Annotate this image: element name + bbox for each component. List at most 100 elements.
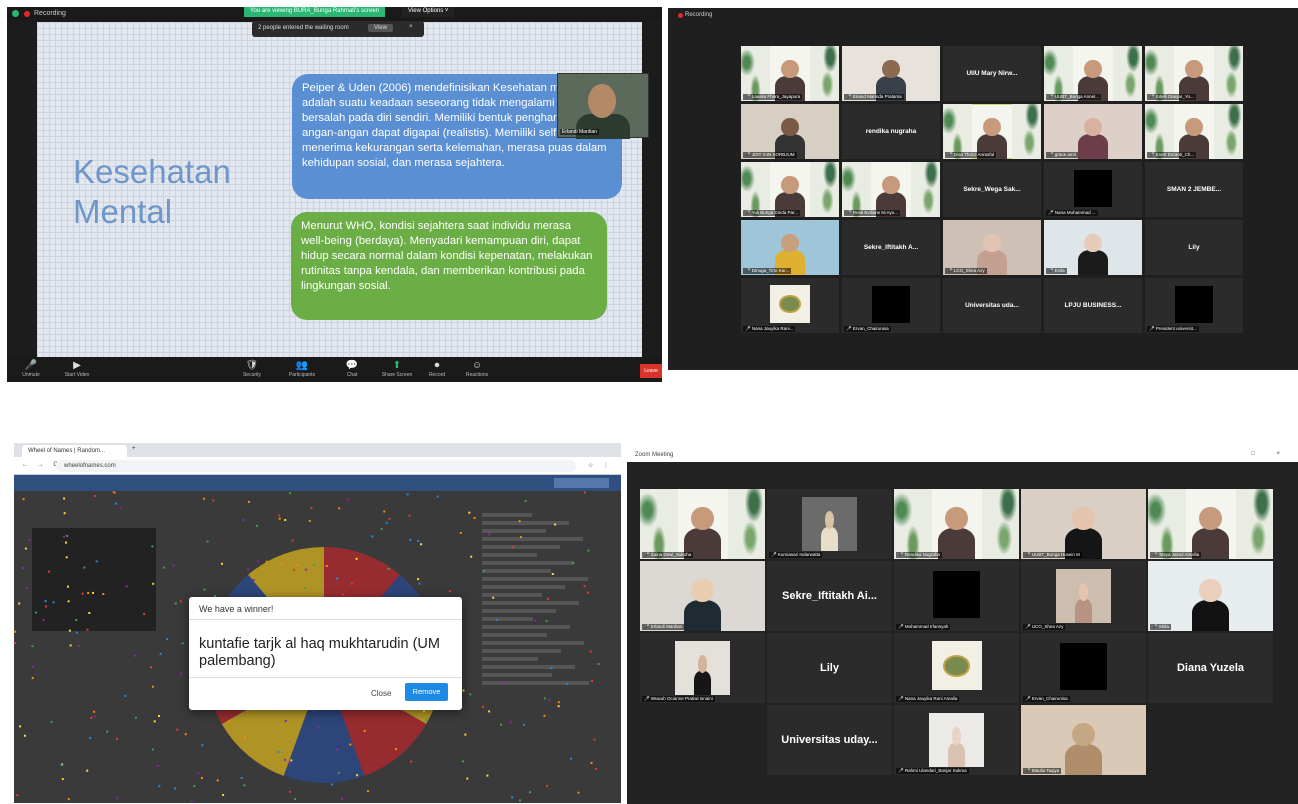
- participant-tile[interactable]: 🎤 UUBT_Bunga Annel...: [1044, 46, 1142, 101]
- confetti-piece: [349, 743, 352, 746]
- confetti-piece: [67, 585, 69, 588]
- participant-tile[interactable]: 🎤 Nana Jauyika Rani Amalia: [894, 633, 1019, 703]
- toolbar-record-button[interactable]: ⏺ Record: [417, 360, 457, 378]
- participant-name-label: 🎤 Muhammad Irfansyah: [896, 624, 951, 630]
- confetti-piece: [557, 705, 560, 708]
- unmute-icon: 🎤: [24, 360, 38, 371]
- participant-name-label: 🎤 Ervan_Chairunisa: [844, 326, 891, 332]
- participant-tile[interactable]: Sekre_Wega Sak...: [943, 162, 1041, 217]
- participant-tile[interactable]: 🎤 Kurniasari Indarwatta: [767, 489, 892, 559]
- participant-tile[interactable]: UIIU Mary Nirw...: [943, 46, 1041, 101]
- confetti-piece: [222, 794, 225, 796]
- participant-tile[interactable]: 🎤 LCO_Shea Azy: [943, 220, 1041, 275]
- reactions-icon: ☺: [471, 360, 483, 371]
- participant-tile[interactable]: Universitas uday...: [767, 705, 892, 775]
- participant-tile[interactable]: 🎤 Dinuga_Tirto Kar...: [741, 220, 839, 275]
- site-header-button[interactable]: [554, 478, 609, 488]
- participant-tile[interactable]: 🎤 President universit...: [1145, 278, 1243, 333]
- participant-tile[interactable]: 🎤 Resti Eviliane Ni Ayu...: [842, 162, 940, 217]
- confetti-piece: [95, 560, 98, 563]
- speaker-video[interactable]: Erlandi Mardian: [557, 73, 649, 139]
- close-button[interactable]: Close: [367, 686, 395, 701]
- participant-name-display: Universitas uda...: [965, 302, 1019, 309]
- confetti-piece: [385, 521, 388, 524]
- participant-tile[interactable]: [640, 705, 765, 775]
- participant-name-label: 🎤 Enand Marinda Pratama: [844, 94, 904, 100]
- recording-label: Recording: [685, 12, 713, 18]
- participant-name-label: 🎤 Nana Jauyika Rani...: [743, 326, 796, 332]
- participant-tile[interactable]: 🎤 Maulia Taqiya: [1021, 705, 1146, 775]
- toolbar-reactions-button[interactable]: ☺ Reactions: [457, 360, 497, 378]
- participant-tile[interactable]: 🎤 grace amri: [1044, 104, 1142, 159]
- participant-tile[interactable]: [1148, 705, 1273, 775]
- participant-tile[interactable]: 🎤 Tasya Jainul Amallia: [1148, 489, 1273, 559]
- extension-icons[interactable]: ☆ ⋮: [588, 462, 613, 469]
- confetti-piece: [550, 667, 553, 670]
- participant-tile[interactable]: 🎤 Ervan_Chairunisa: [1021, 633, 1146, 703]
- participant-tile[interactable]: 🎤 Evila: [1044, 220, 1142, 275]
- confetti-piece: [212, 499, 215, 502]
- participant-tile[interactable]: 🎤 JDIT IAIN SORBJUM: [741, 104, 839, 159]
- participant-tile[interactable]: 🎤 UUBT_Bunga Husein M: [1021, 489, 1146, 559]
- toolbar-participants-button[interactable]: 👥 Participants: [282, 360, 322, 378]
- confetti-piece: [551, 573, 554, 575]
- new-tab-icon[interactable]: +: [132, 446, 136, 452]
- participant-tile[interactable]: 🎤 Erlandi Mardian: [640, 561, 765, 631]
- participant-tile[interactable]: Diana Yuzela: [1148, 633, 1273, 703]
- participant-tile[interactable]: LPJU BUSINESS...: [1044, 278, 1142, 333]
- confetti-piece: [587, 591, 590, 594]
- confetti-piece: [201, 744, 204, 747]
- view-options-button[interactable]: View Options ˅: [402, 7, 455, 17]
- participant-tile[interactable]: 🎤 Enand Marinda Pratama: [842, 46, 940, 101]
- confetti-piece: [106, 730, 109, 733]
- close-icon[interactable]: ×: [409, 24, 413, 30]
- participant-tile[interactable]: 🎤 Evert Doranti_Ch...: [1145, 104, 1243, 159]
- confetti-piece: [356, 774, 359, 777]
- confetti-piece: [577, 791, 580, 794]
- participant-tile[interactable]: 🎤 Dian Thrizz Anrasfal: [943, 104, 1041, 159]
- participant-tile[interactable]: 🎤 Muhammad Irfansyah: [894, 561, 1019, 631]
- participant-tile[interactable]: Sekre_Iftitakh A...: [842, 220, 940, 275]
- participant-tile[interactable]: 🎤 Rendika Nugraha: [894, 489, 1019, 559]
- remove-button[interactable]: Remove: [405, 683, 448, 701]
- participant-tile[interactable]: 🎤 Zaina Dewi_Sukoha: [640, 489, 765, 559]
- participant-tile[interactable]: 🎤 Edelli Dianjar_Yo...: [1145, 46, 1243, 101]
- participant-name-display: Sekre_Wega Sak...: [963, 186, 1021, 193]
- toolbar-share-screen-button[interactable]: ⬆ Share Screen: [377, 360, 417, 378]
- participant-tile[interactable]: 🎤 Shila: [1148, 561, 1273, 631]
- participant-tile[interactable]: Lily: [1145, 220, 1243, 275]
- participant-tile[interactable]: 🎤 Nana Jauyika Rani...: [741, 278, 839, 333]
- participant-tile[interactable]: 🎤 Lavalia Fhara_Jayapura: [741, 46, 839, 101]
- url-field[interactable]: wheelofnames.com: [56, 460, 576, 472]
- participant-tile[interactable]: 🎤 Wuwuh Ocianne Pratiwi Isnaini: [640, 633, 765, 703]
- participant-tile[interactable]: Sekre_Iftitakh Ai...: [767, 561, 892, 631]
- leaf-decoration: [1011, 104, 1041, 159]
- confetti-piece: [313, 563, 316, 566]
- confetti-piece: [519, 536, 522, 539]
- participant-tile[interactable]: 🎤 UCO_Shea Azy: [1021, 561, 1146, 631]
- confetti-piece: [289, 492, 292, 495]
- participant-tile[interactable]: 🎤 Yuli Bunga Dinda Par...: [741, 162, 839, 217]
- participant-tile[interactable]: Universitas uda...: [943, 278, 1041, 333]
- waiting-room-view-button[interactable]: View: [368, 24, 393, 32]
- participant-video: [842, 46, 940, 101]
- toolbar-label: Share Screen: [381, 372, 413, 378]
- window-controls[interactable]: □ ×: [1251, 451, 1290, 457]
- participant-tile[interactable]: SMAN 2 JEMBE...: [1145, 162, 1243, 217]
- participant-tile[interactable]: 🎤 Nana Muhammad ...: [1044, 162, 1142, 217]
- confetti-piece: [24, 547, 27, 550]
- participant-video: [1044, 220, 1142, 275]
- browser-tab[interactable]: Wheel of Names | Random...: [22, 445, 127, 457]
- toolbar-start-video-button[interactable]: ▶ Start Video: [57, 360, 97, 378]
- confetti-piece: [459, 531, 462, 534]
- toolbar-security-button[interactable]: 🛡 Security: [232, 360, 272, 378]
- participant-tile[interactable]: 🎤 Rahmi Ulandari_Banjar Sukma: [894, 705, 1019, 775]
- participant-tile[interactable]: Lily: [767, 633, 892, 703]
- confetti-piece: [336, 577, 339, 580]
- toolbar-unmute-button[interactable]: 🎤 Unmute: [11, 360, 51, 378]
- leave-button[interactable]: Leave: [640, 364, 662, 378]
- participant-tile[interactable]: rendika nugraha: [842, 104, 940, 159]
- participant-tile[interactable]: 🎤 Ervan_Chairunisa: [842, 278, 940, 333]
- confetti-piece: [500, 723, 502, 726]
- toolbar-chat-button[interactable]: 💬 Chat: [332, 360, 372, 378]
